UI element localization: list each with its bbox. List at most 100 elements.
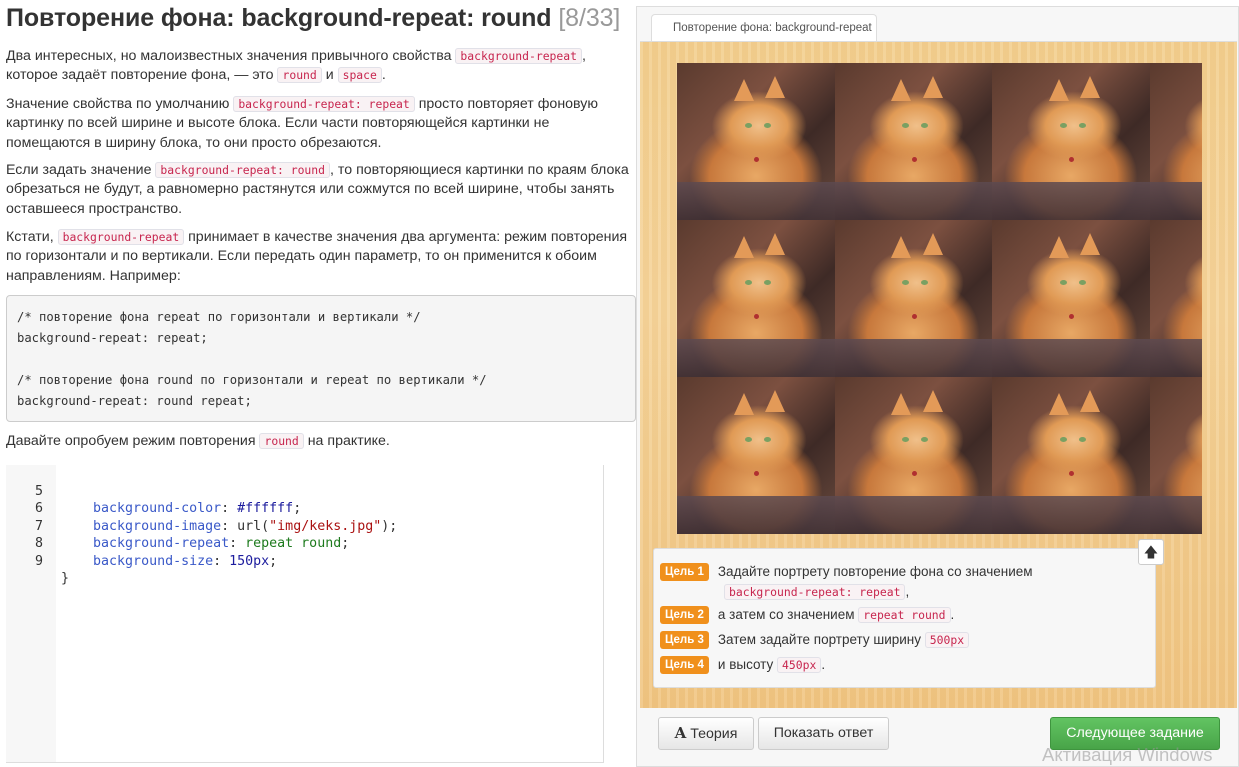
- editor-line[interactable]: 8 background-size: 150px;: [6, 518, 277, 569]
- text-a-icon: A: [674, 724, 687, 742]
- theory-button[interactable]: A Теория: [658, 717, 754, 750]
- scroll-up-button[interactable]: 🡅: [1138, 539, 1164, 565]
- preview-panel: Повторение фона: background-repeat Цель …: [636, 6, 1239, 767]
- code-punct: : url(: [221, 518, 270, 534]
- code-example: /* повторение фона repeat по горизонтали…: [6, 295, 636, 422]
- paragraph-intro: Два интересных, но малоизвестных значени…: [6, 47, 634, 86]
- goal-text: ,: [905, 584, 910, 599]
- cat-photo-detail: [765, 232, 786, 255]
- cat-photo-detail: [891, 235, 912, 258]
- code-punct: );: [381, 518, 398, 534]
- text: Значение свойства по умолчанию: [6, 96, 234, 112]
- css-property: background-color: [93, 501, 222, 516]
- cat-photo-detail: [1078, 279, 1086, 285]
- cat-portrait-grid: [677, 63, 1202, 534]
- show-answer-button[interactable]: Показать ответ: [758, 717, 889, 750]
- cat-photo-detail: [1078, 122, 1086, 128]
- css-value: repeat round: [245, 536, 342, 551]
- line-number: 9: [34, 553, 43, 569]
- cat-photo-detail: [754, 314, 760, 320]
- cat-photo-detail: [1069, 157, 1075, 163]
- inline-code: background-repeat: round: [155, 162, 331, 178]
- cat-photo-detail: [763, 436, 771, 442]
- cat-photo-detail: [902, 279, 910, 285]
- cat-photo-detail: [763, 279, 771, 285]
- cat-photo-detail: [1069, 314, 1075, 320]
- inline-code: background-repeat: repeat: [724, 584, 906, 600]
- goal-1: Цель 1 Задайте портрету повторение фона с…: [660, 562, 1033, 581]
- cat-photo-detail: [765, 75, 786, 98]
- cat-photo-detail: [763, 122, 771, 128]
- inline-code: round: [277, 67, 322, 84]
- cat-photo-detail: [891, 78, 912, 101]
- cat-photo-detail: [1080, 389, 1101, 412]
- cat-photo-detail: [1149, 339, 1202, 377]
- inline-code: background-repeat: repeat: [233, 96, 415, 112]
- editor-line[interactable]: 5 background-color: #ffffff;: [6, 465, 301, 517]
- text: Кстати,: [6, 229, 58, 245]
- cat-photo-detail: [744, 279, 752, 285]
- cat-photo-detail: [921, 122, 929, 128]
- theory-column: Повторение фона: background-repeat: roun…: [0, 0, 640, 767]
- css-property: background-image: [93, 518, 222, 534]
- cat-photo-detail: [733, 78, 754, 101]
- goal-1-code: background-repeat: repeat,: [724, 582, 909, 602]
- css-value: #ffffff: [237, 501, 294, 516]
- goal-text: а затем со значением: [717, 607, 859, 622]
- cat-photo-detail: [1059, 436, 1067, 442]
- css-value: 150px: [229, 553, 270, 569]
- editor-line[interactable]: 6 background-image: url("img/keks.jpg");: [6, 483, 397, 534]
- goals-panel: Цель 1 Задайте портрету повторение фона с…: [653, 548, 1156, 688]
- goal-badge: Цель 4: [660, 656, 709, 674]
- tab-preview[interactable]: Повторение фона: background-repeat: [651, 14, 877, 42]
- code-editor[interactable]: 5 background-color: #ffffff; 6 backgroun…: [6, 465, 604, 763]
- cat-photo-detail: [992, 182, 1150, 220]
- goal-4: Цель 4 и высоту 450px.: [660, 655, 825, 675]
- text: Давайте опробуем режим повторения: [6, 433, 260, 449]
- cat-photo-detail: [1059, 122, 1067, 128]
- theory-label: Теория: [690, 726, 738, 742]
- cat-photo-detail: [922, 232, 943, 255]
- cat-photo-detail: [1048, 78, 1069, 101]
- cat-photo-tile: [677, 63, 835, 220]
- paragraph-round: Если задать значение background-repeat: …: [6, 161, 634, 219]
- cat-photo-tile: [1149, 377, 1202, 534]
- cat-photo-tile: [677, 220, 835, 377]
- code-line: background-repeat: round repeat;: [17, 394, 252, 408]
- lesson-counter: [8/33]: [558, 4, 621, 32]
- preview-stage: Цель 1 Задайте портрету повторение фона с…: [640, 41, 1237, 708]
- cat-photo-detail: [754, 157, 760, 163]
- goal-text: Задайте портрету повторение фона со знач…: [717, 564, 1033, 579]
- text: и: [321, 67, 338, 84]
- cat-photo-detail: [834, 182, 992, 220]
- cat-photo-detail: [677, 339, 835, 377]
- inline-code: space: [337, 67, 382, 84]
- line-text[interactable]: background-image: url("img/keks.jpg");: [61, 518, 397, 536]
- cat-photo-detail: [992, 339, 1150, 377]
- cat-photo-detail: [1078, 436, 1086, 442]
- line-text[interactable]: background-color: #ffffff;: [61, 500, 301, 518]
- cat-photo-detail: [1069, 471, 1075, 477]
- line-text[interactable]: background-repeat: repeat round;: [61, 535, 349, 553]
- goal-text: Затем задайте портрету ширину: [717, 632, 925, 647]
- editor-line[interactable]: 9 }: [6, 535, 69, 587]
- cat-photo-detail: [754, 471, 760, 477]
- goal-2: Цель 2 а затем со значением repeat round.: [660, 605, 954, 625]
- paragraph-two-args: Кстати, background-repeat принимает в ка…: [6, 228, 634, 286]
- cat-photo-detail: [902, 122, 910, 128]
- cat-photo-tile: [834, 377, 992, 534]
- code-punct: ;: [269, 553, 278, 569]
- css-property: background-repeat: [93, 536, 230, 551]
- code-line: /* повторение фона round по горизонтали …: [17, 373, 487, 387]
- line-text[interactable]: background-size: 150px;: [61, 553, 277, 571]
- inline-code: round: [259, 433, 304, 449]
- editor-line[interactable]: 7 background-repeat: repeat round;: [6, 500, 349, 552]
- text: на практике.: [303, 433, 390, 449]
- code-punct: :: [213, 553, 230, 569]
- cat-photo-tile: [992, 63, 1150, 220]
- goal-text: .: [821, 657, 826, 672]
- code-line: /* повторение фона repeat по горизонтали…: [17, 310, 421, 324]
- line-text[interactable]: }: [61, 570, 69, 588]
- cat-photo-detail: [1080, 75, 1101, 98]
- paragraph-practice: Давайте опробуем режим повторения round …: [6, 432, 634, 451]
